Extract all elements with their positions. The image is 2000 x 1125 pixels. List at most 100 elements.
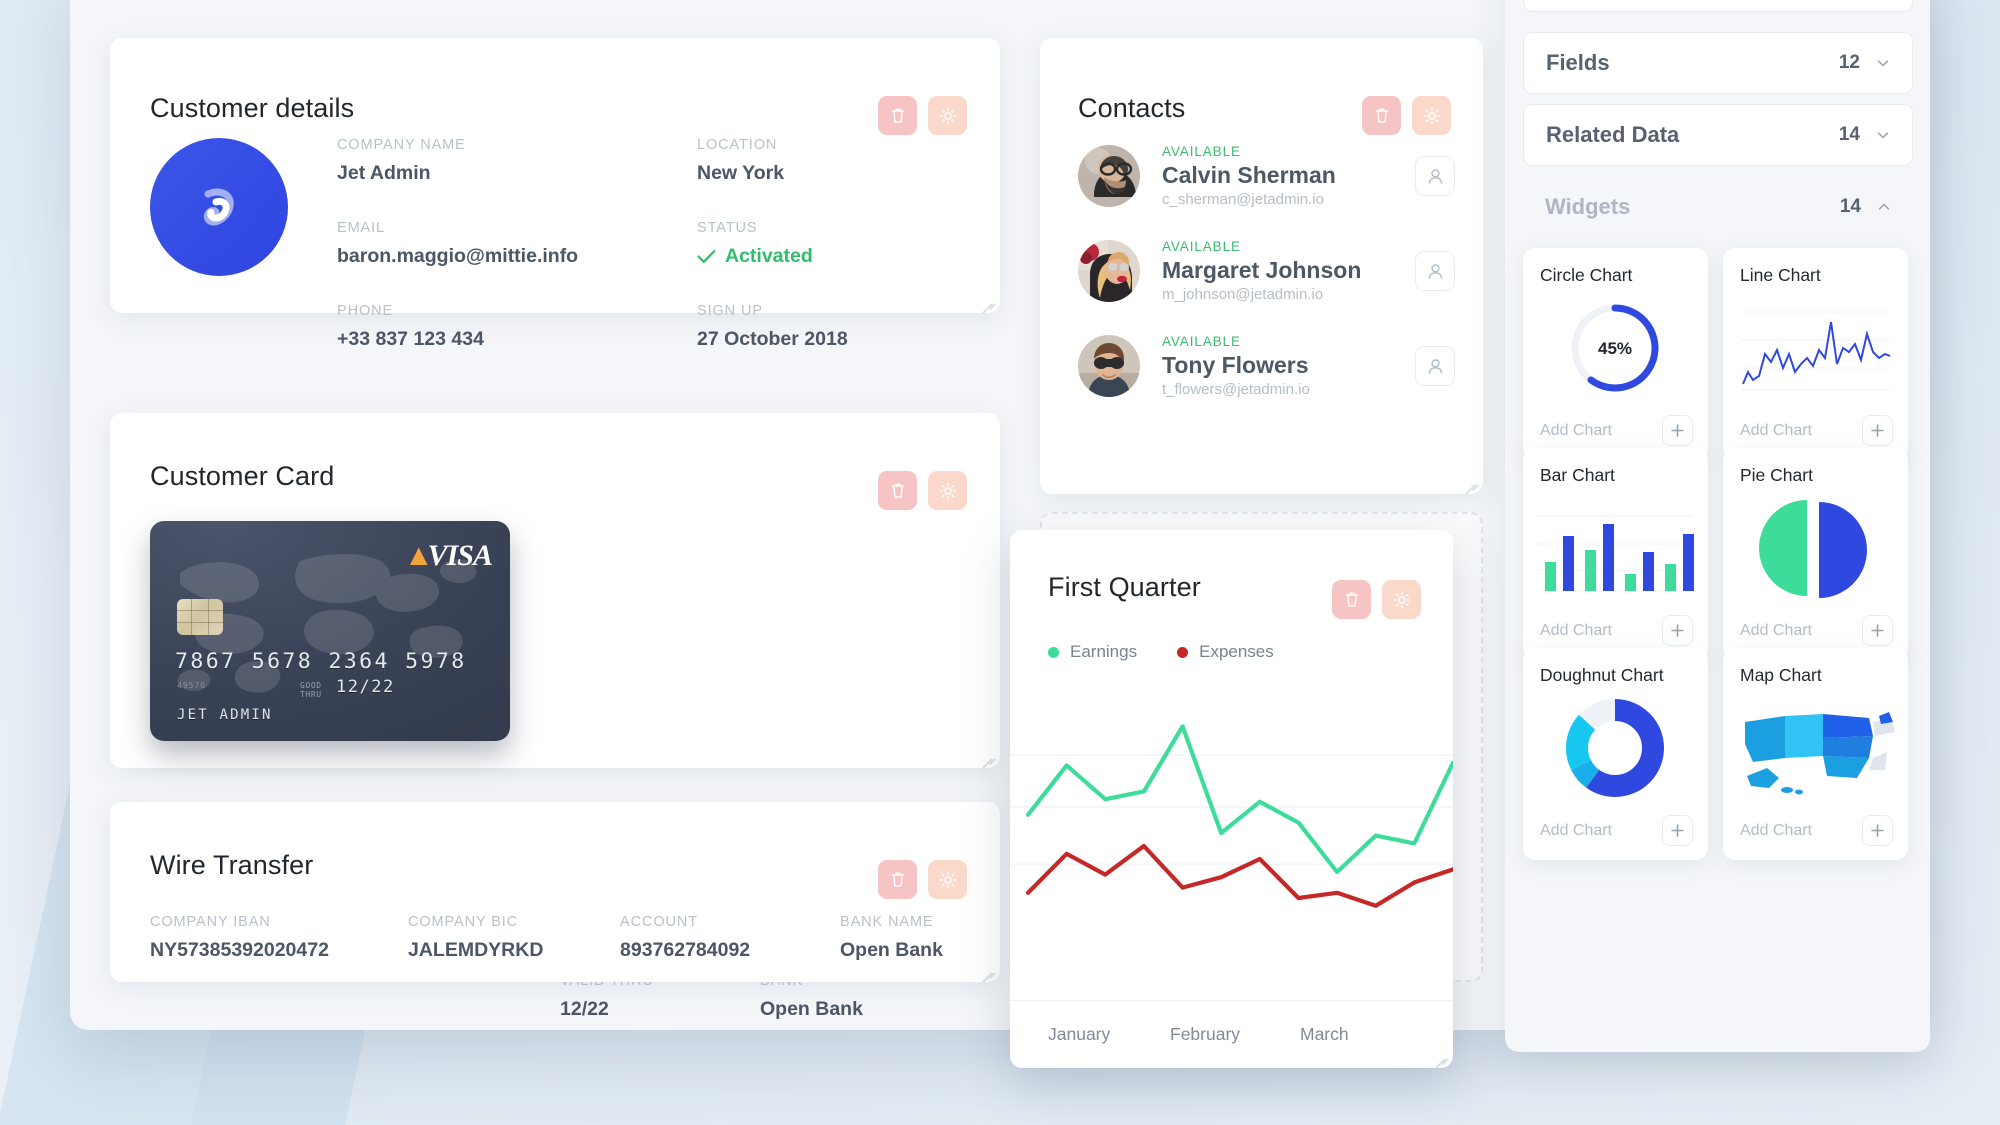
first-quarter-chart-card: First Quarter Earnings Expenses January …: [1010, 530, 1456, 1069]
check-icon: [697, 250, 716, 263]
sidebar-item-fields[interactable]: Fields 12: [1523, 32, 1913, 94]
card-good-thru-label: GOOD THRU: [300, 681, 322, 699]
add-chart-button[interactable]: [1662, 415, 1693, 446]
widget-bar-chart[interactable]: Bar Chart Add Chart: [1523, 448, 1708, 660]
x-tick-label: February: [1170, 1024, 1241, 1044]
plus-icon: [1871, 424, 1884, 437]
field-label: COMPANY IBAN: [150, 914, 271, 930]
sidebar-item-widgets[interactable]: Widgets 14: [1523, 176, 1913, 238]
widget-doughnut-chart[interactable]: Doughnut Chart Add Chart: [1523, 648, 1708, 860]
legend-label: Earnings: [1070, 642, 1138, 661]
contact-name: Margaret Johnson: [1162, 256, 1362, 283]
chevron-down-icon: [1877, 132, 1889, 139]
settings-button[interactable]: [928, 96, 967, 135]
widget-title: Line Chart: [1740, 265, 1821, 285]
trash-icon: [1345, 592, 1358, 607]
doughnut-chart-icon: [1566, 699, 1664, 797]
map-chart-preview: [1723, 692, 1908, 804]
field-label: EMAIL: [337, 220, 386, 236]
circle-chart-preview: 45%: [1523, 292, 1708, 404]
widget-map-chart[interactable]: Map Chart Add Chart: [1723, 648, 1908, 860]
company-logo: [150, 138, 288, 276]
settings-button[interactable]: [1412, 96, 1451, 135]
widget-circle-chart[interactable]: Circle Chart 45% Add Chart: [1523, 248, 1708, 460]
user-icon: [1428, 263, 1442, 279]
contacts-card: Contacts AVAILABLE Calvin Sherman c_sher…: [1040, 38, 1483, 495]
contact-action-button[interactable]: [1415, 251, 1455, 291]
delete-button[interactable]: [878, 96, 917, 135]
resize-handle[interactable]: [978, 292, 996, 314]
sidebar-item-label: Related Data: [1546, 122, 1680, 147]
circle-chart-icon: 45%: [1571, 304, 1659, 392]
delete-button[interactable]: [1362, 96, 1401, 135]
widget-title: Doughnut Chart: [1540, 665, 1664, 685]
field-company-iban: COMPANY IBAN NY57385392020472: [150, 914, 408, 962]
chart-x-axis: January February March: [1010, 1000, 1453, 1068]
first-quarter-actions: [1332, 580, 1421, 619]
sidebar-item-count: 14: [1838, 124, 1860, 145]
chart-title: First Quarter: [1048, 572, 1201, 602]
resize-handle[interactable]: [1461, 473, 1479, 495]
legend-swatch: [1177, 646, 1189, 658]
resize-handle[interactable]: [978, 747, 996, 769]
legend-item-expenses[interactable]: Expenses: [1177, 642, 1274, 662]
page-title: Customer details: [150, 93, 355, 123]
status-label: Activated: [725, 245, 813, 267]
status-badge: Activated: [697, 245, 848, 268]
x-tick-label: January: [1048, 1024, 1111, 1044]
gear-icon: [938, 106, 957, 125]
field-value: Open Bank: [840, 939, 943, 961]
field-value: 27 October 2018: [697, 328, 848, 350]
wire-transfer-fields: COMPANY IBAN NY57385392020472 COMPANY BI…: [150, 914, 943, 962]
add-chart-button[interactable]: [1662, 815, 1693, 846]
avatar: [1078, 145, 1140, 207]
contact-action-button[interactable]: [1415, 156, 1455, 196]
plus-icon: [1671, 624, 1684, 637]
gear-icon: [1392, 590, 1411, 609]
contact-status: AVAILABLE: [1162, 238, 1241, 254]
customer-card-title: Customer Card: [150, 461, 335, 491]
card-chip-icon: [177, 599, 223, 635]
add-chart-button[interactable]: [1662, 615, 1693, 646]
settings-button[interactable]: [1382, 580, 1421, 619]
list-item[interactable]: AVAILABLE Margaret Johnson m_johnson@jet…: [1078, 233, 1455, 309]
legend-item-earnings[interactable]: Earnings: [1048, 642, 1137, 662]
resize-handle[interactable]: [1431, 1047, 1449, 1069]
gear-icon: [1422, 106, 1441, 125]
bar-chart-preview: [1523, 492, 1708, 604]
contact-name: Tony Flowers: [1162, 351, 1309, 378]
widget-footer: Add Chart: [1540, 615, 1693, 646]
legend-swatch: [1048, 646, 1059, 658]
sidebar-top-stub[interactable]: [1523, 0, 1913, 12]
sidebar-item-label: Fields: [1546, 50, 1610, 75]
field-label: SIGN UP: [697, 303, 763, 319]
add-chart-button[interactable]: [1862, 615, 1893, 646]
settings-button[interactable]: [928, 860, 967, 899]
widget-footer: Add Chart: [1740, 815, 1893, 846]
sidebar-item-count: 12: [1838, 52, 1860, 73]
widget-pie-chart[interactable]: Pie Chart Add Chart: [1723, 448, 1908, 660]
field-label: COMPANY NAME: [337, 137, 466, 153]
delete-button[interactable]: [878, 860, 917, 899]
add-chart-label: Add Chart: [1740, 621, 1813, 639]
resize-handle[interactable]: [978, 961, 996, 983]
settings-button[interactable]: [928, 471, 967, 510]
add-chart-button[interactable]: [1862, 415, 1893, 446]
field-value: 893762784092: [620, 939, 751, 961]
pie-chart-preview: [1723, 492, 1908, 604]
field-value: New York: [697, 162, 785, 184]
widget-footer: Add Chart: [1540, 415, 1693, 446]
plus-icon: [1871, 624, 1884, 637]
delete-button[interactable]: [1332, 580, 1371, 619]
sidebar-item-related-data[interactable]: Related Data 14: [1523, 104, 1913, 166]
field-value: 12/22: [560, 998, 609, 1020]
delete-button[interactable]: [878, 471, 917, 510]
list-item[interactable]: AVAILABLE Calvin Sherman c_sherman@jetad…: [1078, 138, 1455, 214]
list-item[interactable]: AVAILABLE Tony Flowers t_flowers@jetadmi…: [1078, 328, 1455, 404]
contact-info: AVAILABLE Tony Flowers t_flowers@jetadmi…: [1162, 334, 1415, 398]
card-expiry-embossed: 12/22: [336, 677, 395, 697]
widget-line-chart[interactable]: Line Chart Add Chart: [1723, 248, 1908, 460]
wire-transfer-card: Wire Transfer COMPANY IBAN NY57385392020…: [110, 802, 1000, 983]
add-chart-button[interactable]: [1862, 815, 1893, 846]
contact-action-button[interactable]: [1415, 346, 1455, 386]
